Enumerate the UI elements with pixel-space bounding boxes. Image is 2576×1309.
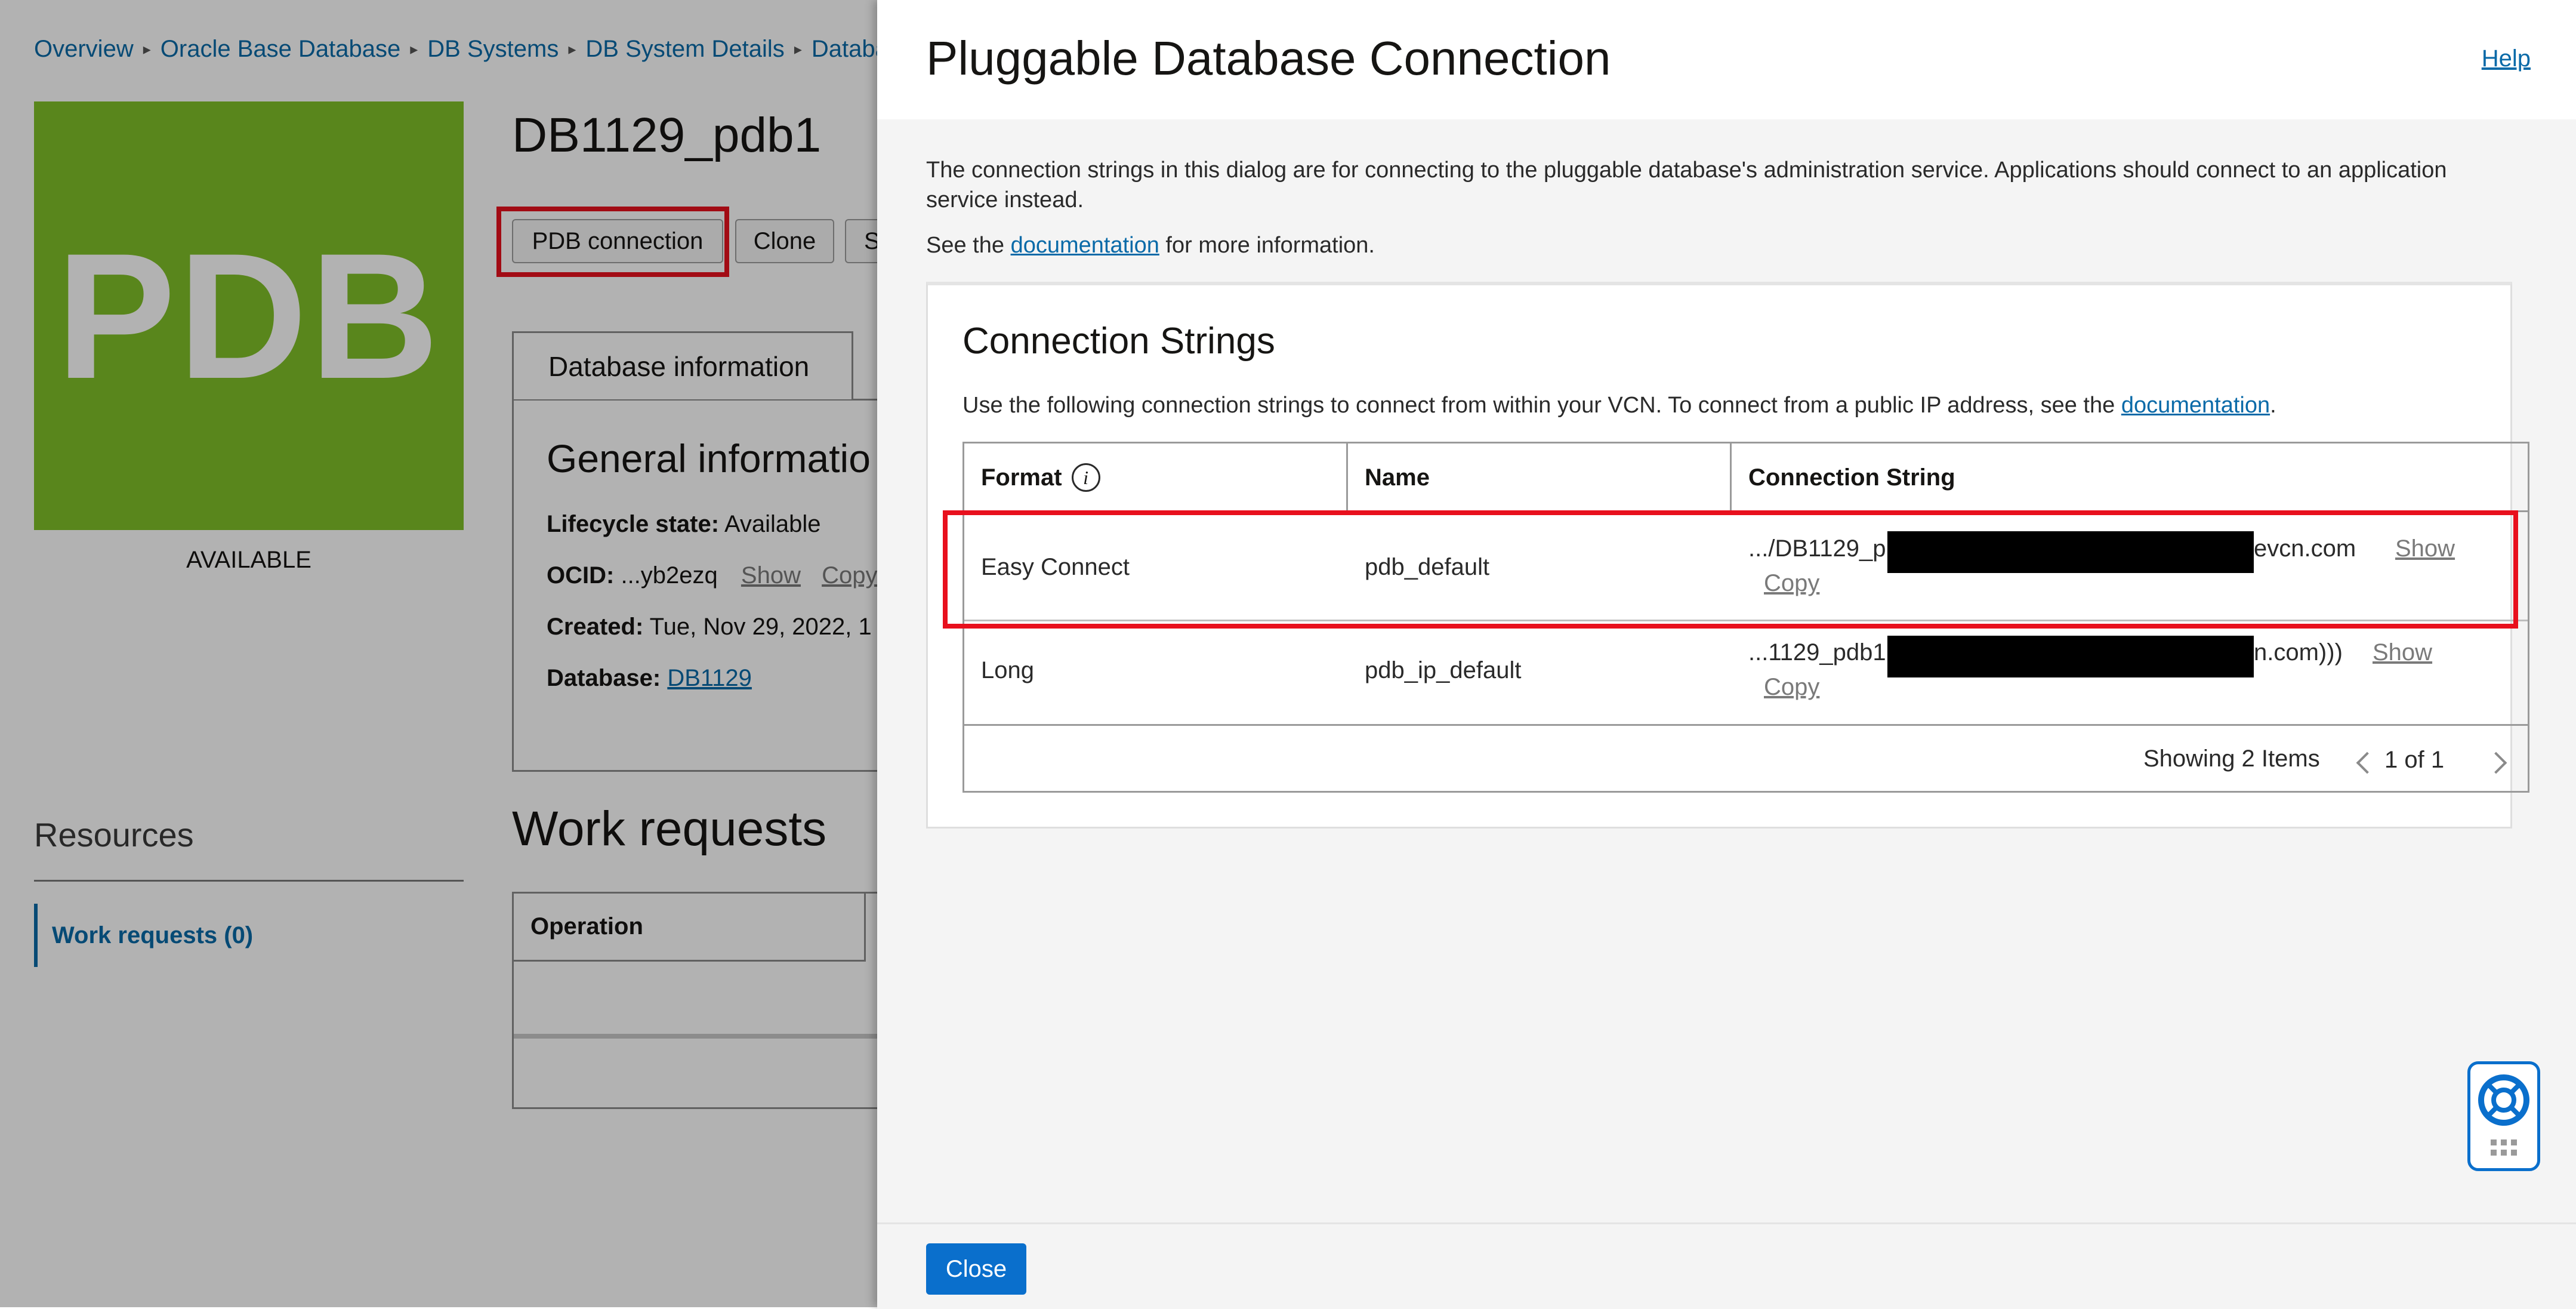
modal-overlay[interactable] xyxy=(0,0,877,1307)
subtitle-text: Use the following connection strings to … xyxy=(962,393,2115,418)
row-long-name: pdb_ip_default xyxy=(1365,657,1522,683)
row-long-show-link[interactable]: Show xyxy=(2373,639,2432,666)
help-widget[interactable] xyxy=(2467,1061,2540,1171)
chevron-right-icon[interactable] xyxy=(2485,750,2510,774)
page-indicator: 1 of 1 xyxy=(2384,747,2445,773)
chevron-left-icon[interactable] xyxy=(2352,750,2378,774)
column-header-format[interactable]: Format i xyxy=(964,443,1346,512)
see-prefix: See the xyxy=(926,233,1004,258)
help-lifebuoy-icon xyxy=(2478,1074,2529,1156)
dialog-header: Pluggable Database Connection Help xyxy=(877,0,2576,121)
see-documentation: See the documentation for more informati… xyxy=(926,233,1375,258)
dialog-title: Pluggable Database Connection xyxy=(926,32,1611,85)
dialog-body: The connection strings in this dialog ar… xyxy=(877,119,2576,1222)
documentation-link[interactable]: documentation xyxy=(1011,233,1159,258)
column-header-connection-string[interactable]: Connection String xyxy=(1732,443,2528,512)
dialog-footer: Close xyxy=(877,1222,2576,1309)
close-button[interactable]: Close xyxy=(926,1243,1026,1295)
intro-text: The connection strings in this dialog ar… xyxy=(926,158,2447,212)
info-icon[interactable]: i xyxy=(1071,463,1100,492)
pdb-connection-dialog: Pluggable Database Connection Help The c… xyxy=(877,0,2576,1309)
row-long-suffix: n.com))) xyxy=(2254,639,2343,666)
row-long-prefix: ...1129_pdb1. xyxy=(1748,639,1893,666)
showing-items: Showing 2 Items xyxy=(2143,746,2320,772)
row-long-format: Long xyxy=(981,657,1034,683)
connection-strings-title: Connection Strings xyxy=(962,321,1275,362)
format-header-label: Format xyxy=(981,464,1062,491)
row-long-copy-link[interactable]: Copy xyxy=(1764,674,1819,701)
subtitle-suffix: . xyxy=(2270,393,2276,418)
table-footer-divider xyxy=(964,724,2528,726)
grid-dots-icon xyxy=(2491,1139,2517,1156)
help-link[interactable]: Help xyxy=(2482,45,2531,72)
subtitle-documentation-link[interactable]: documentation xyxy=(2121,393,2270,418)
column-header-name[interactable]: Name xyxy=(1348,443,1730,512)
connection-strings-subtitle: Use the following connection strings to … xyxy=(962,393,2276,418)
easy-connect-highlight xyxy=(943,510,2518,629)
see-suffix: for more information. xyxy=(1165,233,1375,258)
redaction-block xyxy=(1887,636,2254,677)
